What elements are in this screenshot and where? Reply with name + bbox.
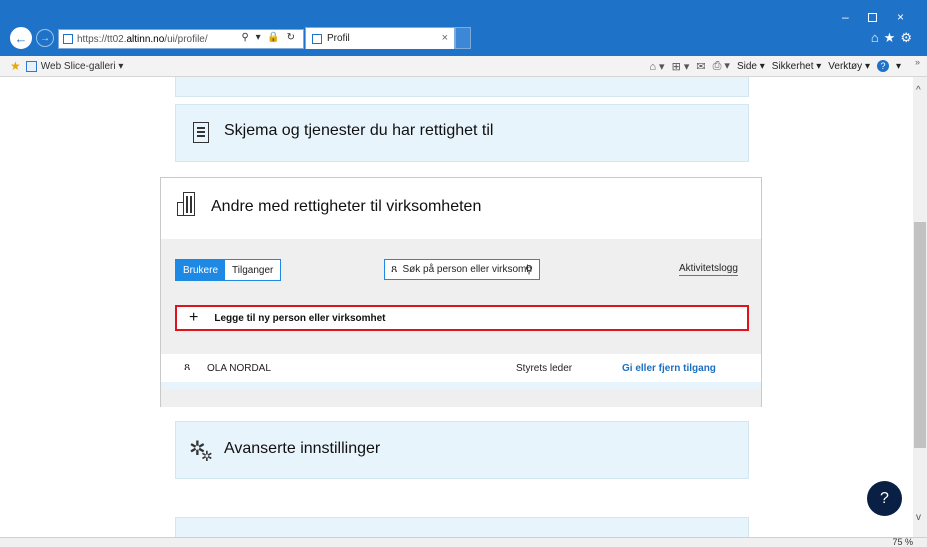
avansert-title: Avanserte innstillinger — [224, 440, 381, 457]
web-slice-icon — [25, 60, 37, 72]
status-bar: 75 % — [0, 537, 927, 547]
new-tab-button[interactable] — [455, 27, 471, 49]
card-skjema[interactable]: Skjema og tjenester du har rettighet til — [175, 104, 749, 162]
address-tools[interactable]: ⚲ ▾ 🔒 ↻ — [241, 32, 297, 43]
activity-log-link[interactable]: Aktivitetslogg — [679, 263, 738, 276]
tab-favicon-icon — [312, 33, 322, 44]
row-expand-strip — [161, 382, 761, 389]
browser-titlebar: ← → https://tt02.altinn.no/ui/profile/ ⚲… — [0, 0, 927, 56]
help-button[interactable]: ? — [867, 481, 902, 516]
sikkerhet-menu[interactable]: Sikkerhet ▾ — [772, 61, 821, 72]
tab-brukere[interactable]: Brukere — [176, 260, 226, 280]
andre-title: Andre med rettigheter til virksomheten — [211, 198, 482, 215]
maximize-icon[interactable] — [868, 13, 877, 22]
help-chevron-icon[interactable]: ▾ — [896, 61, 901, 72]
tab-tilganger[interactable]: Tilganger — [225, 260, 281, 280]
user-role: Styrets leder — [516, 363, 573, 374]
manage-access-link[interactable]: Gi eller fjern tilgang — [622, 363, 716, 374]
document-icon — [193, 122, 209, 143]
home-icon[interactable]: ⌂ ▾ — [649, 60, 664, 73]
help-icon[interactable]: ? — [876, 60, 889, 72]
building-icon — [177, 192, 197, 216]
scroll-up-icon[interactable]: ^ — [916, 85, 921, 96]
web-slice-gallery[interactable]: Web Slice-galleri ▾ — [25, 60, 123, 72]
user-name: OLA NORDAL — [207, 363, 271, 374]
print-icon[interactable]: ⎙ ▾ — [713, 59, 730, 73]
tab-profil[interactable]: Profil × — [305, 27, 455, 49]
search-input[interactable]: ጸ Søk på person eller virksomh ⚲ — [384, 259, 540, 280]
scroll-down-icon[interactable]: v — [916, 512, 921, 523]
mail-icon[interactable]: ✉ — [696, 60, 705, 73]
forward-arrow-icon: → — [40, 32, 50, 44]
card-next — [175, 517, 749, 537]
verktoy-menu[interactable]: Verktøy ▾ — [828, 61, 870, 72]
side-menu[interactable]: Side ▾ — [737, 61, 765, 72]
favorites-icon[interactable]: ★ — [10, 59, 21, 73]
table-row: ጸ OLA NORDAL Styrets leder Gi eller fjer… — [161, 354, 761, 382]
close-window-icon[interactable]: × — [897, 10, 904, 24]
page-content: Skjema og tjenester du har rettighet til… — [0, 77, 913, 537]
gear-icon: ✲ ✲ — [189, 436, 217, 464]
users-panel-body: Brukere Tilganger ጸ Søk på person eller … — [161, 239, 761, 407]
andre-rettigheter-panel: Andre med rettigheter til virksomheten B… — [160, 177, 762, 407]
scrollbar[interactable]: ^ v — [913, 77, 927, 537]
search-placeholder: Søk på person eller virksomh — [402, 264, 532, 275]
person-icon: ጸ — [184, 361, 191, 373]
more-chevron-icon[interactable]: » — [915, 57, 920, 67]
rss-icon[interactable]: ⊞ ▾ — [672, 60, 690, 73]
page-favicon-icon — [63, 34, 73, 44]
scroll-thumb[interactable] — [914, 222, 926, 448]
users-tabs: Brukere Tilganger — [175, 259, 282, 281]
back-arrow-icon: ← — [14, 30, 28, 46]
andre-rettigheter-header[interactable]: Andre med rettigheter til virksomheten — [161, 178, 761, 239]
address-bar[interactable]: https://tt02.altinn.no/ui/profile/ ⚲ ▾ 🔒… — [58, 29, 304, 49]
person-icon: ጸ — [391, 263, 398, 275]
tab-close-icon[interactable]: × — [442, 32, 448, 44]
command-bar: ★ Web Slice-galleri ▾ ⌂ ▾ ⊞ ▾ ✉ ⎙ ▾ Side… — [0, 56, 927, 77]
add-person-button[interactable]: + Legge til ny person eller virksomhet — [175, 305, 749, 331]
zoom-level[interactable]: 75 % — [892, 537, 913, 547]
skjema-title: Skjema og tjenester du har rettighet til — [224, 122, 494, 139]
gear-small-icon: ✲ — [201, 448, 213, 464]
card-avanserte[interactable]: ✲ ✲ Avanserte innstillinger — [175, 421, 749, 479]
tab-title: Profil — [327, 33, 350, 44]
forward-button[interactable]: → — [36, 29, 54, 47]
plus-icon: + — [189, 309, 199, 326]
home-favorites-settings-icons[interactable]: ⌂★⚙ — [871, 30, 917, 46]
minimize-icon[interactable]: – — [842, 10, 849, 24]
search-icon[interactable]: ⚲ — [525, 263, 533, 276]
back-button[interactable]: ← — [10, 27, 32, 49]
add-person-label: Legge til ny person eller virksomhet — [214, 312, 386, 324]
url-text: https://tt02.altinn.no/ui/profile/ — [77, 33, 208, 45]
card-previous — [175, 77, 749, 97]
command-bar-right: ⌂ ▾ ⊞ ▾ ✉ ⎙ ▾ Side ▾ Sikkerhet ▾ Verktøy… — [649, 59, 901, 73]
